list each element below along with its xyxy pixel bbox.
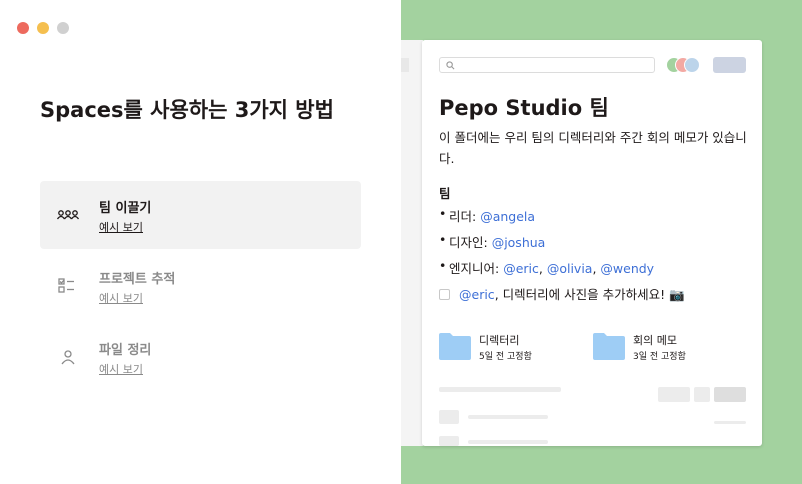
app-window: Spaces를 사용하는 3가지 방법 팀 이끌기 예시 보기 프로젝트 추적 … (0, 0, 802, 484)
folder-name: 디렉터리 (479, 334, 520, 347)
bullet-label: 엔지니어: (449, 261, 504, 276)
placeholder-folder (439, 410, 459, 424)
placeholder-bar (714, 421, 746, 424)
search-input[interactable] (439, 57, 655, 73)
headline: Spaces를 사용하는 3가지 방법 (40, 98, 334, 122)
people-icon (56, 210, 80, 220)
zoom-window-button[interactable] (57, 22, 69, 34)
option-lead-team[interactable]: 팀 이끌기 예시 보기 (40, 181, 361, 249)
folder-name: 회의 메모 (633, 334, 677, 347)
mention-link[interactable]: @eric (503, 261, 539, 276)
folder-icon (439, 333, 471, 360)
placeholder-button (658, 387, 690, 402)
bullet-label: 리더: (449, 209, 481, 224)
list-item: 디자인: @joshua (439, 232, 546, 251)
section-heading: 팀 (439, 186, 451, 201)
app-sidebar (401, 40, 423, 446)
pinned-folder[interactable]: 디렉터리 5일 전 고정함 (439, 332, 579, 362)
share-button[interactable] (713, 57, 746, 73)
preview-area: Pepo Studio 팀 이 폴더에는 우리 팀의 디렉터리와 주간 회의 메… (401, 0, 802, 484)
space-preview-card: Pepo Studio 팀 이 폴더에는 우리 팀의 디렉터리와 주간 회의 메… (422, 40, 762, 446)
person-icon (61, 350, 75, 365)
view-example-link[interactable]: 예시 보기 (99, 219, 143, 235)
mention-link[interactable]: @joshua (492, 235, 546, 250)
minimize-window-button[interactable] (37, 22, 49, 34)
checklist-icon (58, 278, 74, 293)
avatar (684, 57, 700, 73)
option-title: 프로젝트 추적 (99, 272, 176, 287)
mention-link[interactable]: @eric (459, 287, 495, 302)
folder-icon (593, 333, 625, 360)
search-icon (446, 61, 455, 70)
sidebar-item (401, 58, 409, 72)
folder-meta: 5일 전 고정함 (479, 352, 532, 362)
option-title: 팀 이끌기 (99, 201, 152, 216)
placeholder-button (694, 387, 710, 402)
option-organize-files[interactable]: 파일 정리 예시 보기 (40, 323, 361, 391)
placeholder-button (714, 387, 746, 402)
placeholder-bar (468, 415, 548, 419)
todo-checkbox[interactable] (439, 289, 450, 300)
window-controls (17, 22, 69, 34)
list-item: 엔지니어: @eric, @olivia, @wendy (439, 258, 654, 277)
onboarding-panel: Spaces를 사용하는 3가지 방법 팀 이끌기 예시 보기 프로젝트 추적 … (0, 0, 401, 484)
view-example-link[interactable]: 예시 보기 (99, 290, 143, 306)
todo-item: @eric, 디렉터리에 사진을 추가하세요! 📷 (439, 284, 685, 303)
space-description: 이 폴더에는 우리 팀의 디렉터리와 주간 회의 메모가 있습니다. (439, 130, 747, 166)
option-track-project[interactable]: 프로젝트 추적 예시 보기 (40, 252, 361, 320)
folder-meta: 3일 전 고정함 (633, 352, 686, 362)
todo-text: , 디렉터리에 사진을 추가하세요! 📷 (494, 287, 685, 302)
view-example-link[interactable]: 예시 보기 (99, 361, 143, 377)
placeholder-bar (439, 387, 561, 392)
mention-link[interactable]: @angela (480, 209, 535, 224)
option-title: 파일 정리 (99, 343, 152, 358)
bullet-label: 디자인: (449, 235, 492, 250)
pinned-folder[interactable]: 회의 메모 3일 전 고정함 (593, 332, 733, 362)
close-window-button[interactable] (17, 22, 29, 34)
mention-link[interactable]: @wendy (600, 261, 654, 276)
mention-link[interactable]: @olivia (547, 261, 593, 276)
space-title: Pepo Studio 팀 (439, 96, 609, 120)
placeholder-folder (439, 436, 459, 446)
member-avatars[interactable] (666, 57, 706, 73)
placeholder-bar (468, 440, 548, 444)
list-item: 리더: @angela (439, 206, 535, 225)
